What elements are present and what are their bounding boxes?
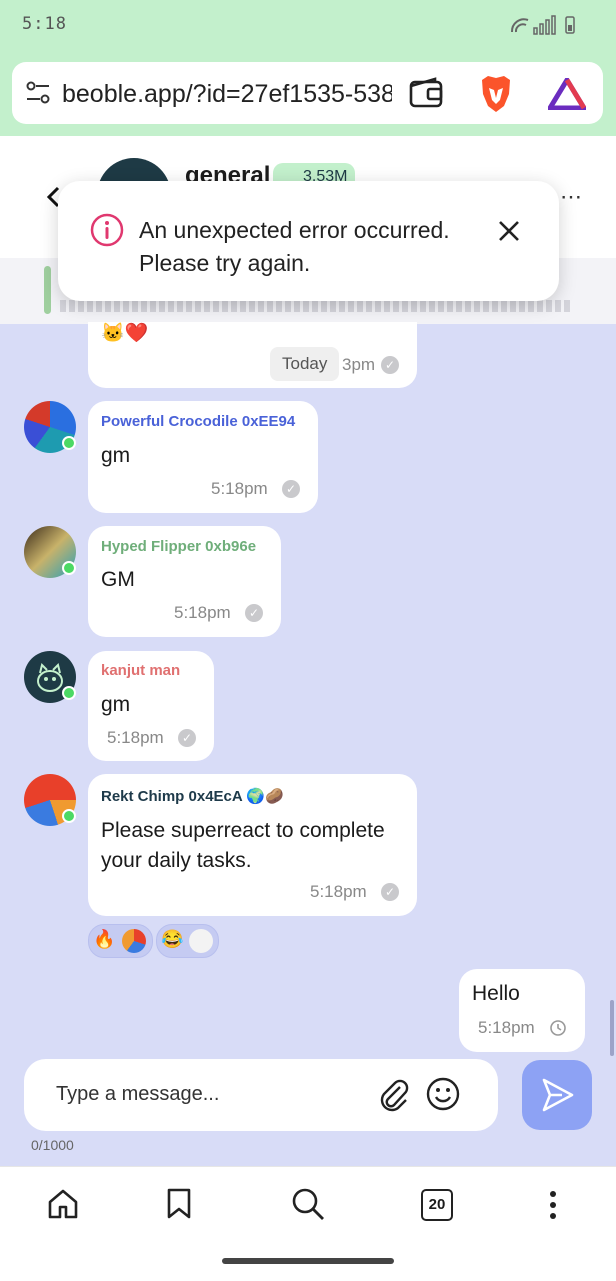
date-chip: Today — [270, 347, 340, 381]
wallet-icon[interactable] — [408, 76, 444, 115]
read-check-icon: ✓ — [381, 883, 399, 901]
system-icons — [510, 14, 576, 40]
message-emojis: 🐱❤️ — [101, 323, 149, 344]
pinned-preview — [60, 300, 570, 312]
char-counter: 0/1000 — [31, 1137, 74, 1153]
tab-count: 20 — [428, 1196, 446, 1213]
message-text: Hello — [472, 982, 520, 1005]
message-sender-name: Rekt Chimp 0x4EcA — [101, 788, 243, 805]
signal-icon — [511, 15, 575, 35]
search-icon[interactable] — [290, 1186, 326, 1227]
brave-rewards-icon[interactable] — [545, 75, 589, 115]
message-time: 5:18pm — [107, 728, 164, 747]
message-time: 5:18pm — [310, 882, 367, 901]
reaction-chip[interactable]: 🔥 — [88, 924, 153, 958]
message-time: 5:18pm — [174, 603, 231, 622]
send-button[interactable] — [522, 1060, 592, 1130]
scrollbar[interactable] — [610, 1000, 614, 1056]
message-sender[interactable]: Hyped Flipper 0xb96e — [101, 538, 256, 555]
sender-emojis: 🌍🥔 — [246, 788, 284, 805]
brave-icon[interactable] — [478, 74, 514, 119]
reaction-emoji: 😂 — [161, 929, 184, 949]
read-check-icon: ✓ — [245, 604, 263, 622]
pinned-indicator — [44, 266, 51, 314]
message-text: gm — [101, 693, 131, 716]
info-icon — [90, 213, 124, 252]
gesture-handle[interactable] — [222, 1258, 394, 1264]
message-time: 5:18pm — [478, 1018, 535, 1037]
pending-clock-icon — [549, 1019, 567, 1042]
read-check-icon: ✓ — [282, 480, 300, 498]
toast-message-line2: Please try again. — [139, 250, 311, 276]
url-text[interactable]: beoble.app/?id=27ef1535-538 — [62, 80, 392, 109]
home-icon[interactable] — [46, 1187, 80, 1226]
close-icon[interactable] — [497, 219, 521, 248]
online-status-dot — [62, 809, 76, 823]
reactor-avatar — [122, 929, 146, 953]
message-text: Please superreact to complete your daily… — [101, 816, 385, 876]
reaction-chip[interactable]: 😂 — [156, 924, 219, 958]
message-text: GM — [101, 568, 135, 591]
menu-icon[interactable] — [548, 1190, 558, 1225]
message-text-line2: your daily tasks. — [101, 849, 252, 872]
message-input-placeholder[interactable]: Type a message... — [56, 1083, 219, 1106]
bookmark-icon[interactable] — [166, 1187, 192, 1226]
tabs-button[interactable]: 20 — [421, 1189, 453, 1221]
online-status-dot — [62, 686, 76, 700]
message-time: 3pm — [342, 355, 376, 374]
message-sender[interactable]: Rekt Chimp 0x4EcA 🌍🥔 — [101, 787, 284, 805]
online-status-dot — [62, 436, 76, 450]
more-options-icon[interactable]: ⋯ — [560, 184, 582, 210]
message-sender[interactable]: Powerful Crocodile 0xEE94 — [101, 413, 295, 430]
reaction-emoji: 🔥 — [93, 929, 116, 949]
site-settings-icon[interactable] — [26, 80, 50, 111]
toast-message: An unexpected error occurred. Please try… — [139, 214, 450, 280]
read-check-icon: ✓ — [178, 729, 196, 747]
reactor-avatar — [189, 929, 213, 953]
message-text-line1: Please superreact to complete — [101, 819, 385, 842]
attach-icon[interactable] — [378, 1077, 410, 1118]
toast-message-line1: An unexpected error occurred. — [139, 217, 450, 243]
message-time: 5:18pm — [211, 479, 268, 498]
message-sender[interactable]: kanjut man — [101, 662, 180, 679]
emoji-icon[interactable] — [425, 1076, 461, 1117]
online-status-dot — [62, 561, 76, 575]
message-text: gm — [101, 444, 131, 467]
status-time: 5:18 — [22, 14, 67, 34]
read-check-icon: ✓ — [381, 356, 399, 374]
send-icon — [542, 1078, 574, 1112]
